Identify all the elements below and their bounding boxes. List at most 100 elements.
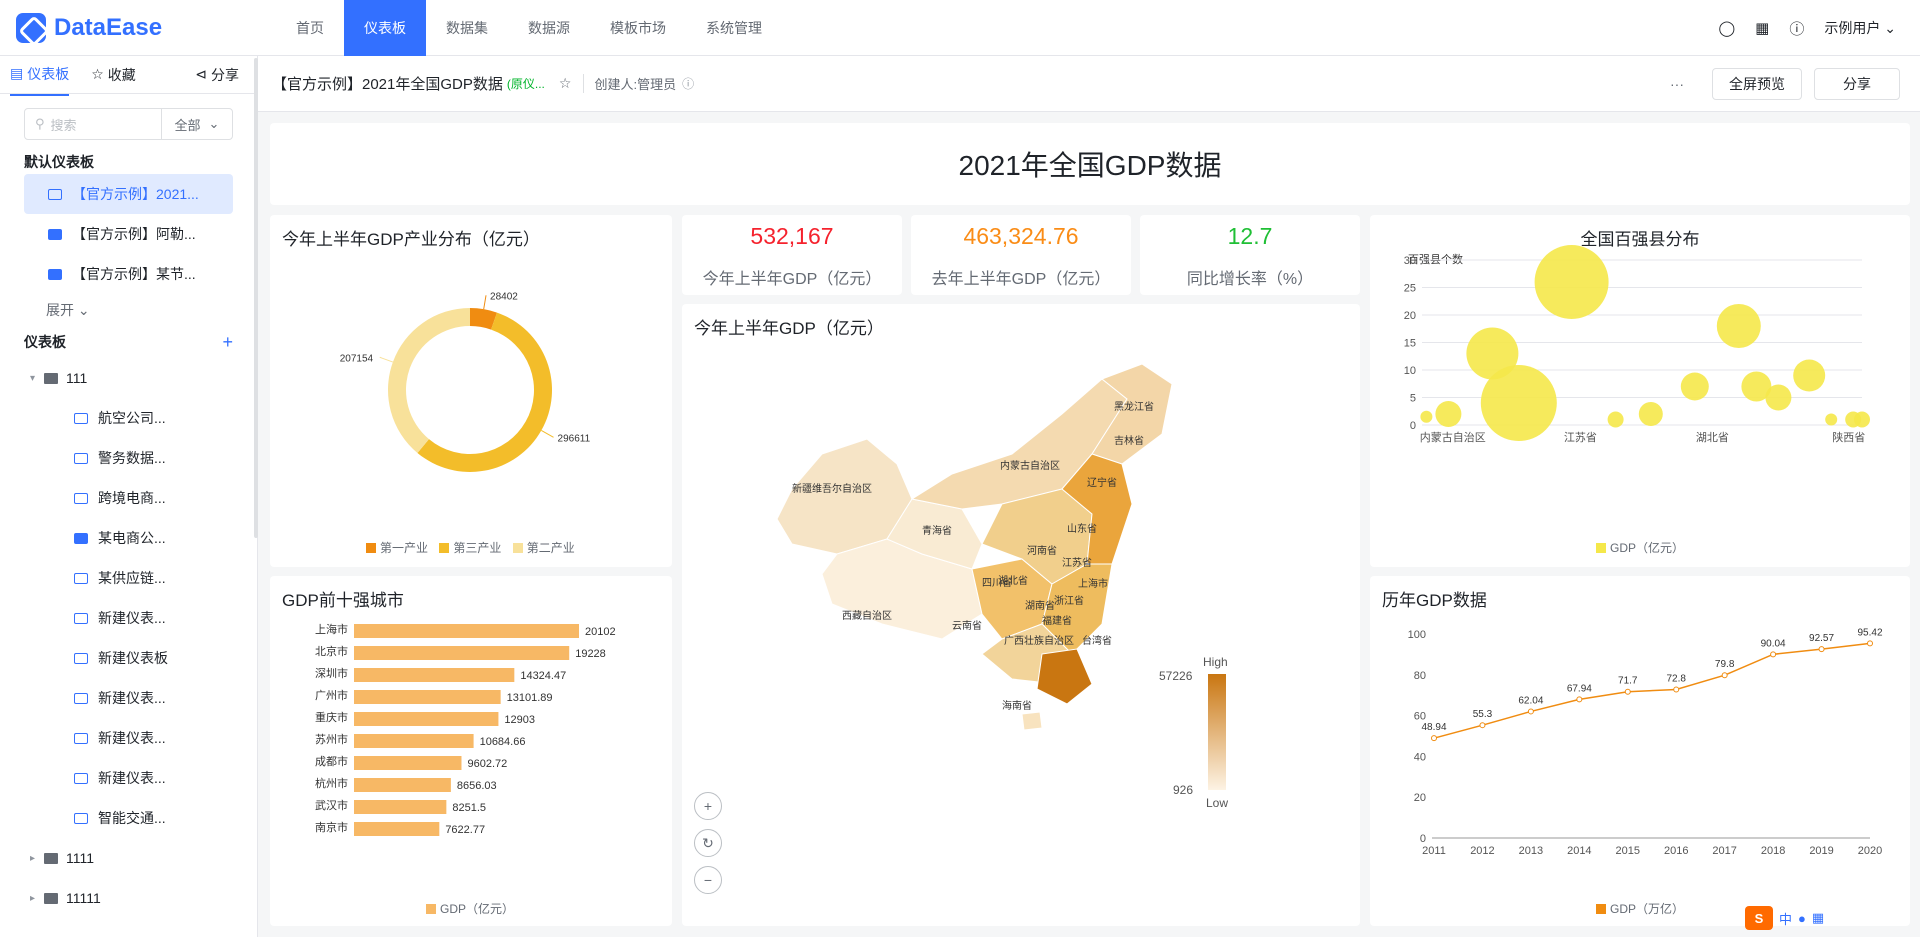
bar-value-label: 10684.66	[480, 736, 526, 748]
y-tick-label: 0	[1420, 833, 1426, 845]
legend-swatch	[426, 903, 436, 914]
y-tick-label: 100	[1408, 629, 1426, 641]
folder-dashboard-item[interactable]: 某电商公...	[0, 518, 257, 558]
sogou-icon: S	[1745, 906, 1773, 930]
legend-label[interactable]: GDP（万亿）	[1610, 900, 1684, 917]
app-logo[interactable]: DataEase	[16, 12, 276, 43]
china-map[interactable]: 新疆维吾尔自治区 西藏自治区 青海省 内蒙古自治区 黑龙江省 吉林省 辽宁省 山…	[682, 304, 1360, 926]
y-tick-label: 40	[1414, 751, 1426, 763]
folder-dashboard-label: 某供应链...	[98, 570, 166, 586]
folder-dashboard-item[interactable]: 警务数据...	[0, 438, 257, 478]
folder-1111[interactable]: ▸ 1111	[0, 838, 257, 878]
expand-toggle[interactable]: 展开 ⌄	[0, 294, 257, 326]
menu-item-template-market[interactable]: 模板市场	[590, 0, 686, 56]
menu-item-system[interactable]: 系统管理	[686, 0, 782, 56]
x-tick-label: 2014	[1567, 845, 1591, 857]
slice-data-label: 28402	[490, 291, 518, 302]
default-item-label: 【官方示例】阿勒...	[72, 226, 196, 242]
folder-dashboard-item[interactable]: 新建仪表...	[0, 598, 257, 638]
legend-label[interactable]: GDP（亿元）	[440, 900, 514, 917]
document-icon: ▤	[10, 65, 24, 81]
map-region-hainan	[1021, 711, 1043, 731]
search-input[interactable]: ⚲ 搜索	[25, 109, 162, 139]
share-button[interactable]: 分享	[1814, 67, 1900, 100]
zoom-out-button[interactable]: −	[694, 866, 722, 894]
bubble-point	[1793, 359, 1826, 392]
chevron-down-icon: ⌄	[77, 301, 90, 318]
ime-toolbar[interactable]: S 中 ● ▦	[1745, 906, 1824, 930]
menu-item-dashboard[interactable]: 仪表板	[344, 0, 426, 56]
legend-swatch	[1596, 542, 1606, 553]
user-menu[interactable]: 示例用户 ⌄	[1824, 18, 1896, 38]
bar-legend: GDP（亿元）	[426, 900, 514, 917]
zoom-in-button[interactable]: +	[694, 792, 722, 820]
legend-label[interactable]: GDP（亿元）	[1610, 539, 1684, 556]
menu-item-dataset[interactable]: 数据集	[426, 0, 508, 56]
tab-dashboard[interactable]: ▤ 仪表板	[10, 64, 70, 96]
main-menu: 首页 仪表板 数据集 数据源 模板市场 系统管理	[276, 0, 782, 56]
keyboard-icon: ▦	[1811, 910, 1825, 925]
user-name: 示例用户	[1824, 20, 1881, 36]
tab-share[interactable]: ⊲ 分享	[195, 65, 239, 95]
legend-swatch	[1596, 903, 1606, 914]
bar-value-label: 8251.5	[452, 802, 486, 814]
x-tick-label: 江苏省	[1564, 431, 1597, 444]
tab-favorites[interactable]: ☆ 收藏	[91, 65, 136, 95]
folder-dashboard-label: 跨境电商...	[98, 490, 166, 506]
default-item-gdp[interactable]: 【官方示例】2021...	[24, 174, 233, 214]
bubble-point	[1420, 410, 1433, 423]
info-icon[interactable]: ⓘ	[682, 75, 694, 92]
search-filter-select[interactable]: 全部 ⌄	[162, 109, 232, 139]
bar-category-label: 武汉市	[315, 798, 348, 812]
top-cities-bar-panel: GDP前十强城市 上海市 20102 北京市 19228 深圳市 14324.47 广州市 1…	[270, 576, 672, 926]
folder-dashboard-item[interactable]: 新建仪表...	[0, 718, 257, 758]
bar	[354, 690, 501, 704]
notification-icon[interactable]: ◯	[1718, 19, 1735, 37]
folder-dashboard-item[interactable]: 某供应链...	[0, 558, 257, 598]
folder-111[interactable]: ▾ 111	[0, 358, 257, 398]
add-icon[interactable]: +	[222, 332, 233, 353]
slice-data-label: 296611	[558, 433, 591, 444]
share-icon: ⊲	[195, 66, 207, 82]
more-icon[interactable]: ···	[1670, 76, 1684, 92]
default-item-festival[interactable]: 【官方示例】某节...	[0, 254, 257, 294]
legend-label[interactable]: 第三产业	[453, 539, 501, 556]
favorite-star-icon[interactable]: ☆	[559, 75, 572, 92]
bar-value-label: 7622.77	[445, 824, 485, 836]
dashboard-icon	[74, 612, 88, 624]
default-item-aletai[interactable]: 【官方示例】阿勒...	[0, 214, 257, 254]
y-tick-label: 10	[1404, 365, 1416, 377]
bar	[354, 624, 579, 638]
legend-label[interactable]: 第一产业	[380, 539, 428, 556]
folder-dashboard-label: 警务数据...	[98, 450, 166, 466]
folder-dashboard-item[interactable]: 智能交通...	[0, 798, 257, 838]
sidebar-scrollbar[interactable]	[254, 58, 258, 538]
caret-right-icon: ▸	[30, 852, 36, 864]
bar-category-label: 深圳市	[315, 666, 348, 680]
logo-text: DataEase	[54, 13, 163, 41]
folder-dashboard-label: 新建仪表板	[98, 650, 168, 666]
dashboard-icon	[74, 572, 88, 584]
y-tick-label: 25	[1404, 283, 1416, 295]
legend-label[interactable]: 第二产业	[527, 539, 575, 556]
folder-11111[interactable]: ▸ 11111	[0, 878, 257, 918]
folder-dashboard-item[interactable]: 新建仪表板	[0, 638, 257, 678]
chevron-down-icon: ⌄	[208, 116, 220, 131]
menu-item-home[interactable]: 首页	[276, 0, 344, 56]
reset-map-button[interactable]: ↻	[694, 829, 722, 857]
language-icon[interactable]: ▦	[1755, 19, 1769, 37]
help-icon[interactable]: ⓘ	[1789, 18, 1804, 39]
dashboard-title: 【官方示例】2021年全国GDP数据	[272, 76, 503, 93]
menu-item-datasource[interactable]: 数据源	[508, 0, 590, 56]
folder-dashboard-item[interactable]: 新建仪表...	[0, 758, 257, 798]
fullscreen-preview-button[interactable]: 全屏预览	[1712, 67, 1802, 100]
caret-right-icon: ▸	[30, 892, 36, 904]
folder-dashboard-item[interactable]: 跨境电商...	[0, 478, 257, 518]
minus-icon: −	[703, 872, 713, 888]
folder-dashboard-item[interactable]: 航空公司...	[0, 398, 257, 438]
bar	[354, 668, 515, 682]
bubble-point	[1435, 401, 1462, 427]
folder-dashboard-label: 航空公司...	[98, 410, 166, 426]
folder-dashboard-item[interactable]: 新建仪表...	[0, 678, 257, 718]
line-legend: GDP（万亿）	[1596, 900, 1684, 917]
